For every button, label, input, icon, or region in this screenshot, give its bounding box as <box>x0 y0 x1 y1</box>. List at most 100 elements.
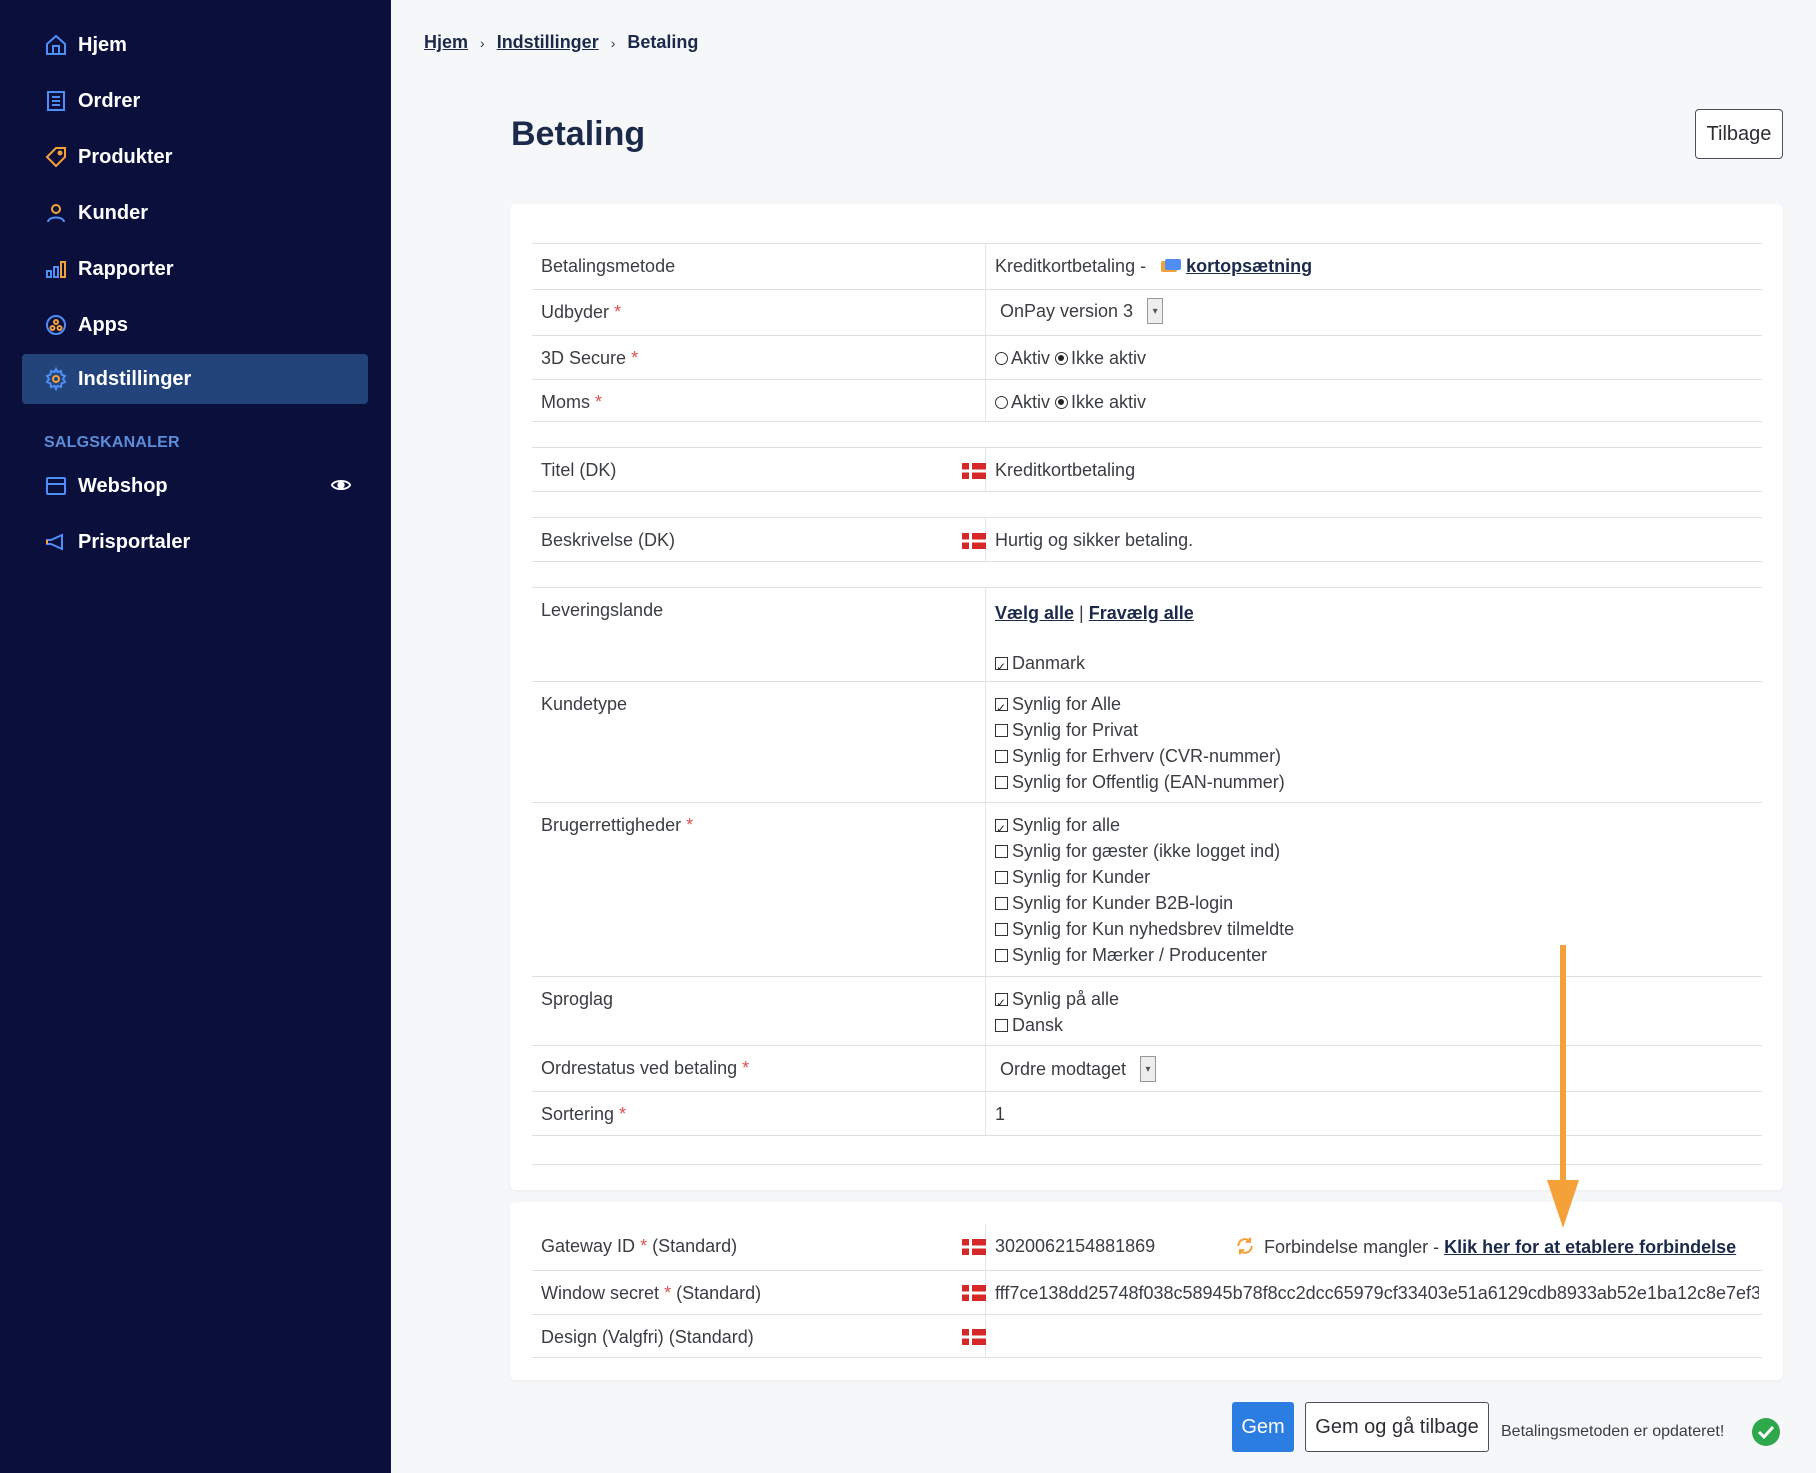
sidebar-item-kunder[interactable]: Kunder <box>22 188 368 238</box>
row-3d-secure: 3D Secure * Aktiv Ikke aktiv <box>532 335 1762 379</box>
sidebar-item-label: Webshop <box>78 474 168 497</box>
field-label: Sortering * <box>541 1104 627 1124</box>
sidebar-item-prisportaler[interactable]: Prisportaler <box>22 517 368 567</box>
checkbox-option[interactable]: Synlig for Alle <box>995 691 1285 721</box>
checkbox-option[interactable]: Synlig for Mærker / Producenter <box>995 942 1294 968</box>
tag-icon <box>44 145 68 169</box>
check-circle-icon <box>1752 1418 1780 1446</box>
field-label: Window secret * (Standard) <box>541 1283 762 1303</box>
select-all-link[interactable]: Vælg alle <box>995 603 1074 623</box>
checkbox-option[interactable]: Synlig for Kunder B2B-login <box>995 890 1294 916</box>
checkbox-option[interactable]: Dansk <box>995 1012 1119 1038</box>
sidebar-item-apps[interactable]: Apps <box>22 300 368 350</box>
checkbox[interactable] <box>995 923 1008 936</box>
card-setup-link[interactable]: kortopsætning <box>1186 256 1312 276</box>
checkbox[interactable] <box>995 897 1008 910</box>
spacer <box>532 491 1762 515</box>
select-value: Ordre modtaget <box>1000 1058 1127 1079</box>
window-secret-input[interactable]: fff7ce138dd25748f038c58945b78f8cc2dcc659… <box>995 1283 1759 1304</box>
sidebar-item-label: Kunder <box>78 201 148 224</box>
deselect-all-link[interactable]: Fravælg alle <box>1089 603 1194 623</box>
gear-icon <box>44 367 68 391</box>
save-and-back-button[interactable]: Gem og gå tilbage <box>1305 1402 1489 1452</box>
field-label: Titel (DK) <box>541 460 617 480</box>
radio-aktiv[interactable] <box>995 352 1008 365</box>
checkbox[interactable] <box>995 871 1008 884</box>
field-label: Gateway ID * (Standard) <box>541 1236 738 1256</box>
checkbox[interactable] <box>995 816 1008 842</box>
page-title: Betaling <box>511 115 646 153</box>
field-label: 3D Secure * <box>541 348 639 368</box>
sidebar: Hjem Ordrer Produkter Kunder Rapporter A… <box>0 0 391 1473</box>
breadcrumb: Hjem › Indstillinger › Betaling <box>424 32 698 53</box>
checkbox-option[interactable]: Synlig for alle <box>995 812 1294 842</box>
eye-icon[interactable] <box>330 474 352 496</box>
row-udbyder: Udbyder * OnPay version 3 ▾ <box>532 289 1762 335</box>
field-label: Kundetype <box>541 694 628 714</box>
row-titel: Titel (DK) Kreditkortbetaling <box>532 447 1762 491</box>
sidebar-item-label: Produkter <box>78 145 173 168</box>
sort-input[interactable]: 1 <box>995 1104 1005 1125</box>
checkbox[interactable] <box>995 750 1008 763</box>
checkbox-option[interactable]: Synlig på alle <box>995 986 1119 1016</box>
checkbox[interactable] <box>995 776 1008 789</box>
payment-method-value: Kreditkortbetaling - <box>995 256 1147 276</box>
checkbox-option[interactable]: Synlig for Offentlig (EAN-nummer) <box>995 769 1285 795</box>
checkbox-option[interactable]: Danmark <box>995 650 1194 680</box>
danish-flag-icon <box>962 463 986 479</box>
sidebar-item-label: Indstillinger <box>78 367 192 390</box>
sidebar-item-label: Hjem <box>78 33 127 56</box>
row-gateway-id: Gateway ID * (Standard) 3020062154881869… <box>532 1224 1762 1270</box>
checkbox-option[interactable]: Synlig for Kunder <box>995 864 1294 890</box>
field-label: Ordrestatus ved betaling * <box>541 1058 750 1078</box>
checkbox-option[interactable]: Synlig for gæster (ikke logget ind) <box>995 838 1294 864</box>
sidebar-item-webshop[interactable]: Webshop <box>22 461 368 511</box>
chevron-down-icon: ▾ <box>1140 1056 1157 1082</box>
gateway-id-input[interactable]: 3020062154881869 <box>995 1236 1155 1257</box>
save-button[interactable]: Gem <box>1232 1402 1294 1452</box>
chevron-down-icon: ▾ <box>1147 298 1164 324</box>
back-button[interactable]: Tilbage <box>1695 109 1783 159</box>
radio-aktiv[interactable] <box>995 396 1008 409</box>
sidebar-item-rapporter[interactable]: Rapporter <box>22 244 368 294</box>
orders-icon <box>44 89 68 113</box>
checkbox[interactable] <box>995 845 1008 858</box>
radio-label: Ikke aktiv <box>1071 392 1147 412</box>
checkbox[interactable] <box>995 949 1008 962</box>
sidebar-item-produkter[interactable]: Produkter <box>22 132 368 182</box>
checkbox-option[interactable]: Synlig for Privat <box>995 717 1285 743</box>
breadcrumb-hjem[interactable]: Hjem <box>424 32 468 53</box>
design-input[interactable] <box>995 1327 1595 1349</box>
row-window-secret: Window secret * (Standard) fff7ce138dd25… <box>532 1270 1762 1314</box>
sidebar-item-hjem[interactable]: Hjem <box>22 20 368 70</box>
checkbox[interactable] <box>995 990 1008 1016</box>
provider-select[interactable]: OnPay version 3 ▾ <box>1000 298 1164 324</box>
row-betalingsmetode: Betalingsmetode Kreditkortbetaling - kor… <box>532 243 1762 289</box>
sidebar-item-indstillinger[interactable]: Indstillinger <box>22 354 368 404</box>
row-beskrivelse: Beskrivelse (DK) Hurtig og sikker betali… <box>532 517 1762 561</box>
sidebar-item-ordrer[interactable]: Ordrer <box>22 76 368 126</box>
checkbox[interactable] <box>995 1019 1008 1032</box>
checkbox-option[interactable]: Synlig for Erhverv (CVR-nummer) <box>995 743 1285 769</box>
breadcrumb-indstillinger[interactable]: Indstillinger <box>497 32 599 53</box>
row-moms: Moms * Aktiv Ikke aktiv <box>532 379 1762 421</box>
title-input[interactable]: Kreditkortbetaling <box>995 460 1135 481</box>
checkbox[interactable] <box>995 724 1008 737</box>
danish-flag-icon <box>962 1239 986 1255</box>
checkbox[interactable] <box>995 654 1008 680</box>
field-label: Beskrivelse (DK) <box>541 530 676 550</box>
sidebar-item-label: Ordrer <box>78 89 141 112</box>
order-status-select[interactable]: Ordre modtaget ▾ <box>1000 1056 1157 1082</box>
connection-status: Forbindelse mangler - Klik her for at et… <box>1235 1236 1736 1261</box>
radio-group: Aktiv Ikke aktiv <box>995 392 1146 413</box>
description-input[interactable]: Hurtig og sikker betaling. <box>995 530 1193 551</box>
refresh-icon <box>1235 1236 1255 1261</box>
checkbox-option[interactable]: Synlig for Kun nyhedsbrev tilmeldte <box>995 916 1294 942</box>
danish-flag-icon <box>962 1285 986 1301</box>
chevron-right-icon: › <box>480 34 485 51</box>
arrow-down-icon <box>1547 945 1579 1228</box>
radio-ikke-aktiv[interactable] <box>1055 352 1069 365</box>
radio-ikke-aktiv[interactable] <box>1055 396 1069 409</box>
establish-connection-link[interactable]: Klik her for at etablere forbindelse <box>1444 1237 1736 1257</box>
checkbox[interactable] <box>995 695 1008 721</box>
